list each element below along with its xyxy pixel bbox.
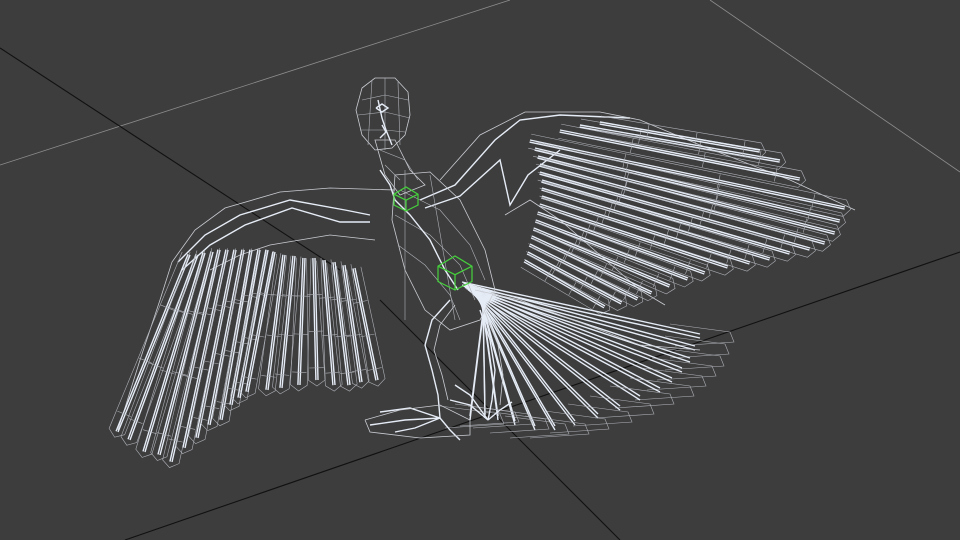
feather-rib: [340, 371, 355, 375]
feather-rib: [242, 376, 257, 380]
feather-rib: [225, 350, 240, 354]
grid-axis-line: [0, 47, 341, 271]
left-wing-wireframe[interactable]: [108, 187, 396, 468]
head-contour: [360, 129, 406, 133]
feather-rib: [205, 405, 220, 409]
feather-rib: [266, 334, 281, 338]
feather-rib: [278, 334, 294, 337]
eye-left: [375, 103, 390, 113]
feather-rib: [293, 333, 309, 335]
3d-viewport[interactable]: [0, 0, 960, 540]
tail-feather-vane: [664, 335, 730, 359]
right-wing-wireframe[interactable]: [419, 111, 856, 315]
feather-rib: [331, 297, 346, 301]
feather-shaft-edge: [352, 268, 377, 381]
feather-vane: [108, 251, 196, 438]
feather-rib: [250, 334, 265, 338]
chest-helper-icon[interactable]: [393, 186, 419, 212]
feather-rib: [702, 152, 706, 168]
feather-rib: [225, 300, 240, 304]
tail-feather-shaft: [469, 287, 661, 389]
feather-rib: [319, 296, 335, 299]
grid-line: [0, 0, 511, 166]
feather-rib: [351, 369, 367, 372]
head-meridian: [367, 79, 373, 146]
feather-rib: [216, 401, 231, 405]
head-wireframe[interactable]: [355, 77, 411, 151]
feather-rib: [325, 371, 341, 374]
ground-grid: [0, 0, 960, 540]
feather-rib: [292, 371, 307, 373]
neck-outline: [374, 139, 426, 196]
feather-rib: [215, 353, 230, 357]
feather-rib: [204, 360, 220, 365]
feather-rib: [216, 304, 231, 308]
head-contour: [357, 111, 411, 119]
feather-rib: [341, 298, 357, 302]
tail-feather-vane: [609, 385, 675, 409]
feather-shaft-edge: [322, 260, 334, 386]
torso-contour: [394, 214, 476, 301]
feather-rib: [242, 336, 258, 341]
head-meridian: [397, 81, 401, 146]
body-wireframe[interactable]: [374, 139, 496, 331]
feather-shaft: [599, 121, 761, 151]
helper-edge: [405, 193, 419, 201]
leg-bone-front: [424, 299, 451, 419]
tail-feather-vane: [669, 323, 735, 347]
feather-shaft-edge: [599, 123, 760, 153]
feather-rib: [630, 138, 634, 153]
torso-contour: [397, 244, 461, 321]
feather-rib: [193, 417, 208, 421]
viewport-canvas[interactable]: [0, 0, 960, 540]
left-arm-bone: [177, 199, 371, 263]
head-outline: [355, 77, 411, 151]
grid-line: [709, 0, 960, 173]
